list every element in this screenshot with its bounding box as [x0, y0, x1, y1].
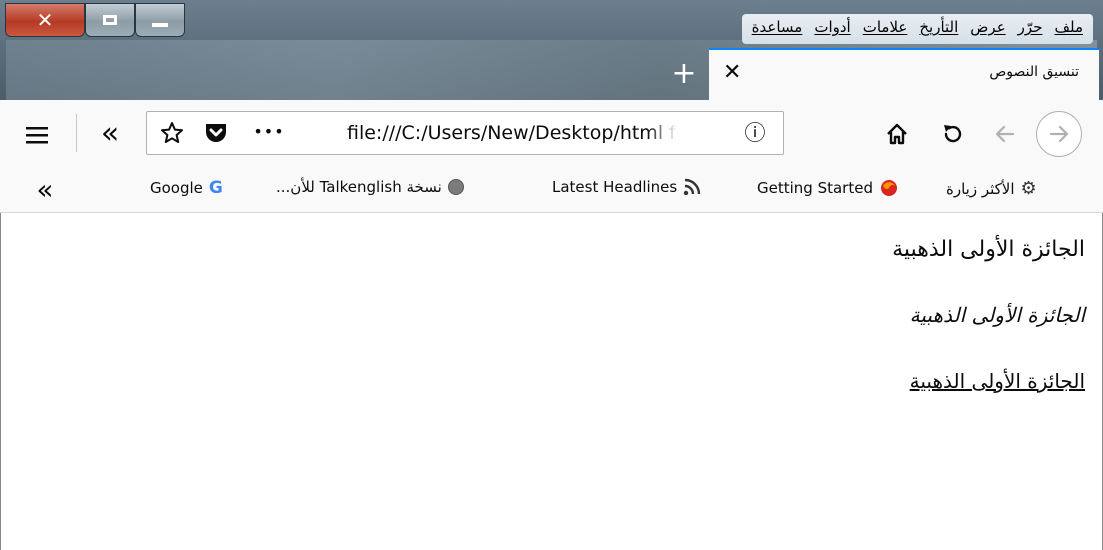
menu-edit[interactable]: حرّر — [1012, 14, 1049, 44]
heading-normal: الجائزة الأولى الذهبية — [892, 237, 1085, 262]
navigation-toolbar: « ••• file:///C:/Users/New/Desktop/html … — [0, 100, 1103, 166]
window-right-edge — [1095, 213, 1103, 550]
bookmark-most-visited[interactable]: ⚙ الأكثر زيارة — [946, 178, 1037, 199]
menu-history[interactable]: التأريخ — [913, 14, 964, 44]
menu-bookmarks[interactable]: علامات — [857, 14, 914, 44]
reload-icon — [944, 125, 962, 143]
text-underlined: الجائزة الأولى الذهبية — [909, 369, 1085, 393]
reload-button[interactable] — [936, 118, 970, 150]
url-bar[interactable]: ••• file:///C:/Users/New/Desktop/html fi… — [146, 111, 784, 155]
home-icon — [887, 123, 907, 145]
window-close-button[interactable]: ✕ — [5, 3, 85, 37]
close-icon: ✕ — [36, 8, 54, 32]
bookmark-latest-headlines[interactable]: Latest Headlines — [552, 178, 701, 196]
bookmark-talkenglish[interactable]: نسخة Talkenglish للأن... — [276, 178, 464, 196]
window-controls: ✕ — [5, 3, 185, 43]
menu-tools[interactable]: أدوات — [808, 14, 856, 44]
forward-button[interactable] — [1036, 111, 1082, 157]
gear-icon: ⚙ — [1020, 178, 1037, 199]
window-maximize-button[interactable] — [85, 3, 135, 37]
bookmark-label: Getting Started — [757, 179, 873, 197]
google-icon: G — [208, 178, 223, 198]
bookmark-label: Latest Headlines — [552, 178, 678, 196]
maximize-icon — [103, 15, 117, 25]
arrow-right-icon — [1049, 125, 1069, 143]
minimize-icon — [152, 23, 168, 27]
menu-button[interactable] — [22, 120, 52, 150]
page-content: الجائزة الأولى الذهبية الجائزة الأولى ال… — [0, 213, 1103, 550]
new-tab-button[interactable]: + — [660, 50, 708, 96]
double-chevron-icon: « — [100, 115, 120, 151]
overflow-button[interactable]: « — [92, 115, 128, 151]
back-button[interactable] — [988, 118, 1022, 150]
text-italic: الجائزة الأولى الذهبية — [909, 303, 1085, 327]
tab-title: تنسيق النصوص — [989, 64, 1079, 80]
menu-view[interactable]: عرض — [964, 14, 1011, 44]
hamburger-icon — [26, 127, 48, 144]
window-left-edge — [0, 213, 8, 550]
bookmarks-overflow-button[interactable]: « — [30, 172, 60, 206]
rss-icon — [684, 178, 701, 196]
bookmark-label: Google — [150, 179, 203, 197]
bookmarks-toolbar: « Google G نسخة Talkenglish للأن... Late… — [0, 166, 1103, 213]
site-info-icon[interactable]: ⓘ — [741, 118, 769, 146]
window-titlebar: ✕ ملف حرّر عرض التأريخ علامات أدوات مساع… — [0, 0, 1103, 100]
tab-close-button[interactable]: ✕ — [723, 60, 741, 85]
globe-icon — [447, 179, 464, 195]
bookmark-google[interactable]: Google G — [150, 178, 223, 198]
home-button[interactable] — [880, 118, 914, 150]
bookmark-label: الأكثر زيارة — [946, 179, 1015, 198]
tab-strip: + تنسيق النصوص ✕ — [0, 48, 1103, 100]
arrow-left-icon — [995, 125, 1015, 143]
double-chevron-icon: « — [36, 172, 54, 206]
bookmark-getting-started[interactable]: Getting Started — [757, 178, 899, 198]
menu-file[interactable]: ملف — [1048, 14, 1089, 44]
bookmark-star-icon[interactable] — [159, 120, 185, 146]
firefox-icon — [880, 180, 897, 196]
plus-icon: + — [671, 55, 697, 91]
window-minimize-button[interactable] — [135, 3, 185, 37]
tab-active[interactable]: تنسيق النصوص ✕ — [709, 48, 1099, 100]
toolbar-separator — [76, 114, 77, 152]
pocket-icon[interactable] — [203, 120, 229, 146]
bookmark-label: نسخة Talkenglish للأن... — [276, 178, 442, 196]
menu-help[interactable]: مساعدة — [746, 14, 809, 44]
menubar: ملف حرّر عرض التأريخ علامات أدوات مساعدة — [741, 14, 1093, 44]
url-text: file:///C:/Users/New/Desktop/html fi — [347, 122, 677, 144]
page-actions-icon[interactable]: ••• — [251, 118, 287, 144]
